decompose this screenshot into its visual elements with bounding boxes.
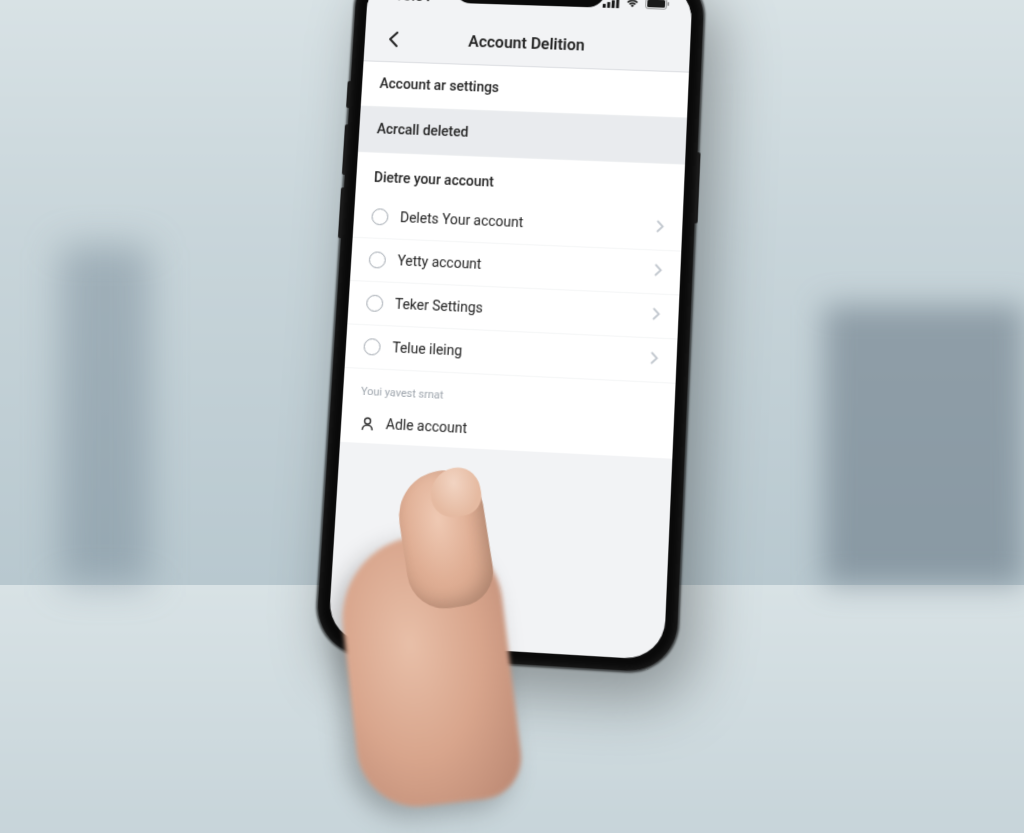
wifi-icon (624, 0, 641, 12)
background-tower (60, 245, 150, 585)
option-left: Telue ileing (363, 338, 462, 360)
radio-icon (363, 338, 381, 356)
battery-icon (644, 0, 670, 13)
option-left: Yetty account (368, 251, 481, 273)
chevron-right-icon (653, 263, 662, 280)
user-icon (358, 414, 376, 432)
option-left: Delets Your account (371, 208, 524, 231)
power-button (694, 152, 700, 223)
chevron-right-icon (649, 351, 658, 368)
radio-icon (368, 251, 386, 268)
chevron-left-icon (386, 29, 399, 47)
radio-icon (371, 208, 389, 225)
option-label: Telue ileing (391, 339, 462, 358)
row-label: Account ar settings (379, 76, 499, 96)
top-section: Account ar settings Acrcall deleted (357, 61, 688, 164)
option-label: Delets Your account (399, 209, 523, 230)
option-label: Yetty account (397, 252, 482, 271)
signal-icon (602, 0, 620, 11)
back-button[interactable] (377, 23, 408, 53)
option-label: Teker Settings (394, 296, 483, 316)
background-building (824, 305, 1024, 585)
row-label: Acrcall deleted (376, 121, 468, 140)
footer-item-label: Adle account (385, 416, 467, 436)
volume-down-button (337, 187, 343, 238)
volume-up-button (341, 124, 347, 175)
radio-icon (365, 294, 383, 312)
chevron-right-icon (655, 219, 664, 236)
chevron-right-icon (651, 307, 660, 324)
mute-switch (346, 80, 351, 107)
page-title: Account Delition (467, 32, 584, 54)
status-time: 15:31 (394, 0, 432, 4)
option-left: Teker Settings (365, 294, 482, 316)
status-icons (602, 0, 670, 13)
phone-container: 15:31 (314, 0, 704, 673)
